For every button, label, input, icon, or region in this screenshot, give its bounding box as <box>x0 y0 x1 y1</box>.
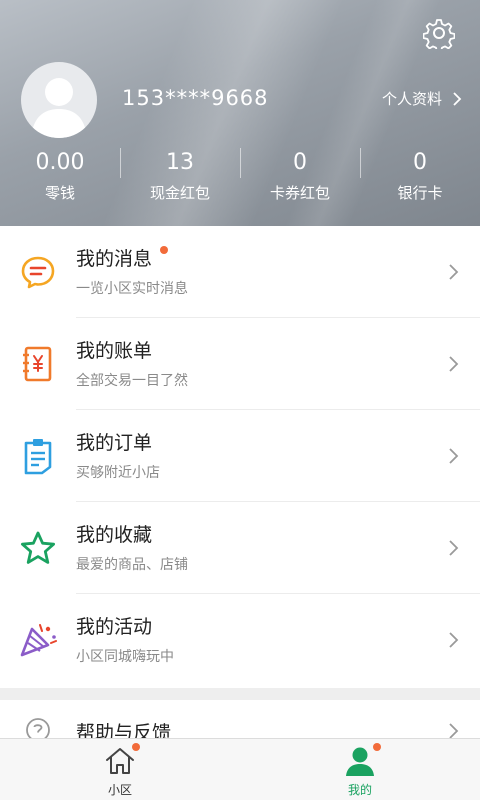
menu-item-activities[interactable]: 我的活动 小区同城嗨玩中 <box>0 594 480 686</box>
help-icon <box>0 700 76 740</box>
stat-label: 现金红包 <box>149 184 210 202</box>
stat-value: 0 <box>293 150 307 175</box>
stat-divider <box>360 148 361 178</box>
bottom-tab-bar: 小区 我的 <box>0 738 480 800</box>
menu-item-title: 我的消息 <box>76 247 153 270</box>
chevron-right-icon <box>448 355 460 373</box>
stat-divider <box>120 148 121 178</box>
menu-list: 我的消息 一览小区实时消息 我的账单 全部交易一目了然 我的订单 买够附近小店 … <box>0 226 480 686</box>
message-icon <box>0 226 76 318</box>
stat-bank-card[interactable]: 0 银行卡 <box>360 146 480 210</box>
stat-coupon-redpacket[interactable]: 0 卡券红包 <box>240 146 360 210</box>
gear-icon[interactable] <box>420 14 458 52</box>
star-icon <box>0 502 76 594</box>
notification-dot <box>132 743 140 751</box>
phone-number: 153****9668 <box>122 86 269 110</box>
menu-item-messages[interactable]: 我的消息 一览小区实时消息 <box>0 226 480 318</box>
menu-item-title: 帮助与反馈 <box>76 722 172 740</box>
order-icon <box>0 410 76 502</box>
stat-divider <box>240 148 241 178</box>
section-divider <box>0 688 480 700</box>
notification-dot <box>373 743 381 751</box>
menu-item-favorites[interactable]: 我的收藏 最爱的商品、店铺 <box>0 502 480 594</box>
menu-item-title: 我的账单 <box>76 339 153 362</box>
menu-item-subtitle: 买够附近小店 <box>76 464 160 481</box>
party-icon <box>0 594 76 686</box>
chevron-right-icon <box>452 91 462 107</box>
tab-mine[interactable]: 我的 <box>240 739 480 800</box>
menu-item-title: 我的订单 <box>76 431 153 454</box>
tab-label: 小区 <box>107 783 132 797</box>
notification-dot <box>160 246 168 254</box>
menu-item-subtitle: 小区同城嗨玩中 <box>76 649 174 665</box>
menu-item-subtitle: 一览小区实时消息 <box>76 280 188 297</box>
stat-label: 零钱 <box>44 184 75 202</box>
chevron-right-icon <box>448 631 460 649</box>
stat-value: 0.00 <box>35 150 85 175</box>
stat-value: 0 <box>413 150 427 175</box>
chevron-right-icon <box>448 263 460 281</box>
chevron-right-icon <box>448 539 460 557</box>
menu-item-help[interactable]: 帮助与反馈 <box>0 700 480 740</box>
menu-item-subtitle: 最爱的商品、店铺 <box>76 556 188 573</box>
menu-item-orders[interactable]: 我的订单 买够附近小店 <box>0 410 480 502</box>
wallet-stats: 0.00 零钱 13 现金红包 0 卡券红包 0 银行卡 <box>0 146 480 210</box>
chevron-right-icon <box>448 447 460 465</box>
stat-label: 卡券红包 <box>269 184 330 202</box>
avatar[interactable] <box>21 62 97 138</box>
tab-label: 我的 <box>347 783 372 797</box>
stat-balance[interactable]: 0.00 零钱 <box>0 146 120 210</box>
profile-icon <box>344 743 381 777</box>
profile-header: 153****9668 个人资料 0.00 零钱 13 现金红包 0 卡券红包 … <box>0 0 480 226</box>
menu-item-subtitle: 全部交易一目了然 <box>76 372 188 389</box>
stat-value: 13 <box>166 150 194 175</box>
bill-icon <box>0 318 76 410</box>
profile-link-label: 个人资料 <box>381 90 442 108</box>
tab-community[interactable]: 小区 <box>0 739 240 800</box>
profile-link[interactable]: 个人资料 <box>382 88 462 109</box>
stat-label: 银行卡 <box>397 184 443 202</box>
menu-item-title: 我的收藏 <box>76 523 153 546</box>
menu-item-bills[interactable]: 我的账单 全部交易一目了然 <box>0 318 480 410</box>
menu-item-title: 我的活动 <box>76 616 153 638</box>
home-icon <box>104 743 140 777</box>
stat-cash-redpacket[interactable]: 13 现金红包 <box>120 146 240 210</box>
